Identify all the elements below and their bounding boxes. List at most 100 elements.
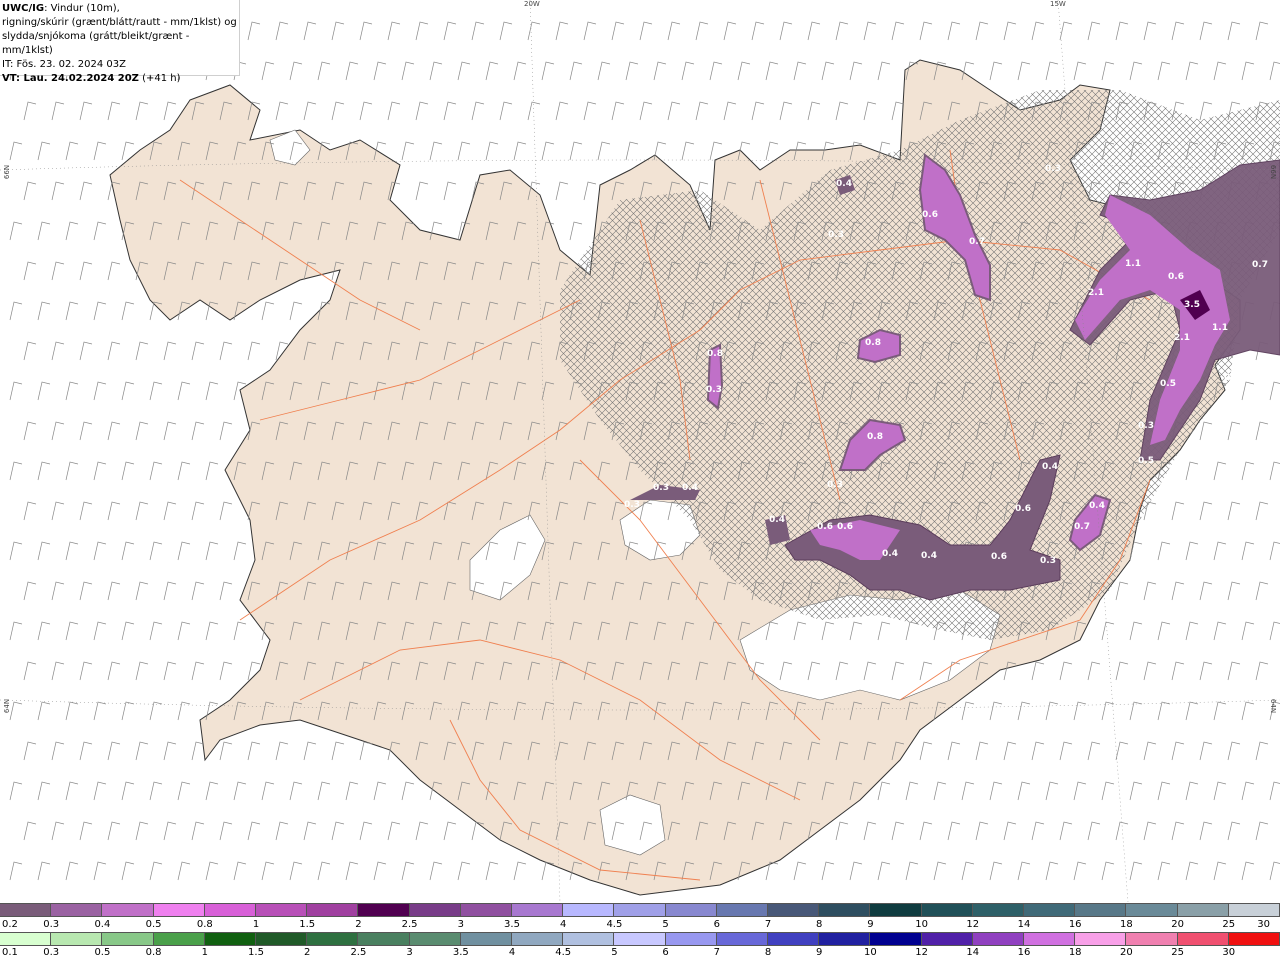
legend-tick-label: 12 — [915, 947, 928, 958]
legend-tick-label: 3.5 — [452, 947, 469, 958]
precip-value-label: 0.4 — [1042, 462, 1058, 472]
precip-value-label: 0.5 — [1160, 379, 1176, 389]
precip-value-label: 0.3 — [1138, 421, 1154, 431]
legend-swatch — [409, 904, 461, 916]
legend-tick-label: 6 — [713, 919, 720, 930]
legend-tick-label: 3.5 — [504, 919, 520, 930]
legend-swatch — [460, 904, 513, 916]
legend-tick-label: 4 — [508, 947, 516, 958]
precip-value-label: 0.6 — [922, 210, 938, 220]
weather-map: 0.4 0.8 0.6 0.7 0.3 0.3 1.1 0.6 2.1 3.5 1.1 2.1 0.5 0… — [0, 0, 1280, 902]
legend-swatch — [972, 933, 1025, 945]
legend-swatch — [512, 904, 564, 916]
legend-swatch — [768, 904, 820, 916]
precip-value-label: 0.3 — [653, 483, 669, 493]
precip-value-label: 0.4 — [1224, 373, 1240, 383]
precip-value-label: 0.7 — [1074, 522, 1090, 532]
legend-swatch — [768, 933, 820, 945]
legend-tick-label: 0.2 — [2, 919, 18, 930]
legend-tick-label: 3 — [406, 947, 413, 958]
wind-description: : Vindur (10m), — [44, 3, 120, 14]
lon-label-20w: 20W — [524, 0, 540, 8]
precip-value-label: 0.6 — [991, 552, 1007, 562]
rain-legend-labels: 0.1 0.3 0.5 0.8 1 1.5 2 2.5 3 3.5 4 4.5 5 6 7 8 9 10 12 14 1… — [0, 947, 1280, 959]
legend-swatch — [819, 933, 871, 945]
precip-value-label: 2.1 — [1174, 333, 1190, 343]
precip-value-label: 0.4 — [836, 179, 852, 189]
legend-tick-label: 6 — [662, 947, 669, 958]
snow-description: slydda/snjókoma (grátt/bleikt/grænt - mm… — [2, 31, 190, 56]
legend-tick-label: 4 — [560, 919, 567, 930]
legend-tick-label: 0.8 — [145, 947, 162, 958]
precip-value-label: 0.4 — [682, 483, 698, 493]
legend-swatch — [512, 933, 564, 945]
legend-swatch — [1126, 904, 1178, 916]
precip-value-label: 0.8 — [707, 349, 723, 359]
precip-value-label: 0.3 — [706, 385, 722, 395]
legend-tick-label: 14 — [966, 947, 980, 958]
lat-label-64n-left: 64N — [3, 698, 12, 714]
precip-value-label: 0.7 — [1252, 260, 1268, 270]
legend-swatch — [102, 904, 154, 916]
legend-tick-label: 7 — [764, 919, 772, 930]
legend-swatch — [563, 933, 615, 945]
legend-tick-label: 8 — [816, 919, 823, 930]
precip-value-label: 0.8 — [867, 432, 883, 442]
legend-swatch — [153, 933, 205, 945]
legend-swatch — [307, 904, 359, 916]
legend-swatch — [870, 933, 922, 945]
legend-swatch — [153, 904, 205, 916]
precip-value-label: 0.4 — [769, 515, 785, 525]
legend-swatch — [1126, 933, 1178, 945]
precip-value-label: 0.5 — [1138, 456, 1154, 466]
legend-swatch — [1177, 904, 1229, 916]
legend-tick-label: 2.5 — [350, 947, 367, 958]
legend-tick-label: 20 — [1120, 947, 1133, 958]
legend-tick-label: 0.3 — [43, 919, 60, 930]
legend-swatch — [716, 933, 769, 945]
legend-tick-label: 7 — [713, 947, 720, 958]
forecast-info-box: UWC/IG: Vindur (10m), rigning/skúrir (gr… — [0, 0, 240, 84]
legend-tick-label: 0.4 — [94, 919, 111, 930]
legend-swatch — [563, 904, 615, 916]
legend-swatch — [460, 933, 513, 945]
legend-swatch — [1075, 904, 1127, 916]
legend-tick-label: 4.5 — [606, 919, 623, 930]
legend-tick-label: 3 — [457, 919, 464, 930]
precip-value-label: 0.6 — [817, 522, 833, 532]
precip-value-label: 3.5 — [1184, 300, 1200, 310]
lat-label-66n-left: 66N — [3, 164, 12, 180]
legend-tick-label: 1 — [252, 919, 260, 930]
precip-value-label: 0.4 — [882, 549, 898, 559]
legend-tick-label: 25 — [1171, 947, 1184, 958]
precip-value-label: 0.3 — [1040, 556, 1056, 566]
legend-swatch — [358, 904, 410, 916]
valid-time: VT: Lau. 24.02.2024 20Z — [2, 73, 139, 84]
legend-swatch — [0, 933, 52, 945]
legend-tick-label: 12 — [966, 919, 980, 930]
rain-legend-bar — [0, 932, 1280, 946]
legend-tick-label: 1 — [201, 947, 208, 958]
precip-value-label: 0.3 — [624, 500, 640, 510]
legend-swatch — [921, 904, 973, 916]
legend-swatch — [0, 904, 52, 916]
lat-label-66n-right: 66N — [1269, 164, 1278, 180]
legend-swatch — [921, 933, 973, 945]
legend-tick-label: 5 — [611, 947, 618, 958]
issue-time: IT: Fös. 23. 02. 2024 03Z — [2, 59, 126, 70]
legend-swatch — [716, 904, 769, 916]
legend-swatch — [1024, 904, 1076, 916]
legend-tick-label: 9 — [867, 919, 874, 930]
legend-swatch — [256, 933, 308, 945]
legend-tick-label: 9 — [816, 947, 823, 958]
legend-tick-label: 0.3 — [43, 947, 60, 958]
legend-swatch — [256, 904, 308, 916]
precip-value-label: 2.1 — [1088, 288, 1104, 298]
precip-value-label: 0.3 — [828, 230, 844, 240]
legend-tick-label: 0.8 — [196, 919, 213, 930]
legend-tick-label: 16 — [1068, 919, 1082, 930]
legend-swatch — [51, 904, 103, 916]
legend-tick-label: 18 — [1120, 919, 1133, 930]
legend-swatch — [972, 904, 1025, 916]
legend-tick-label: 1.5 — [248, 947, 264, 958]
